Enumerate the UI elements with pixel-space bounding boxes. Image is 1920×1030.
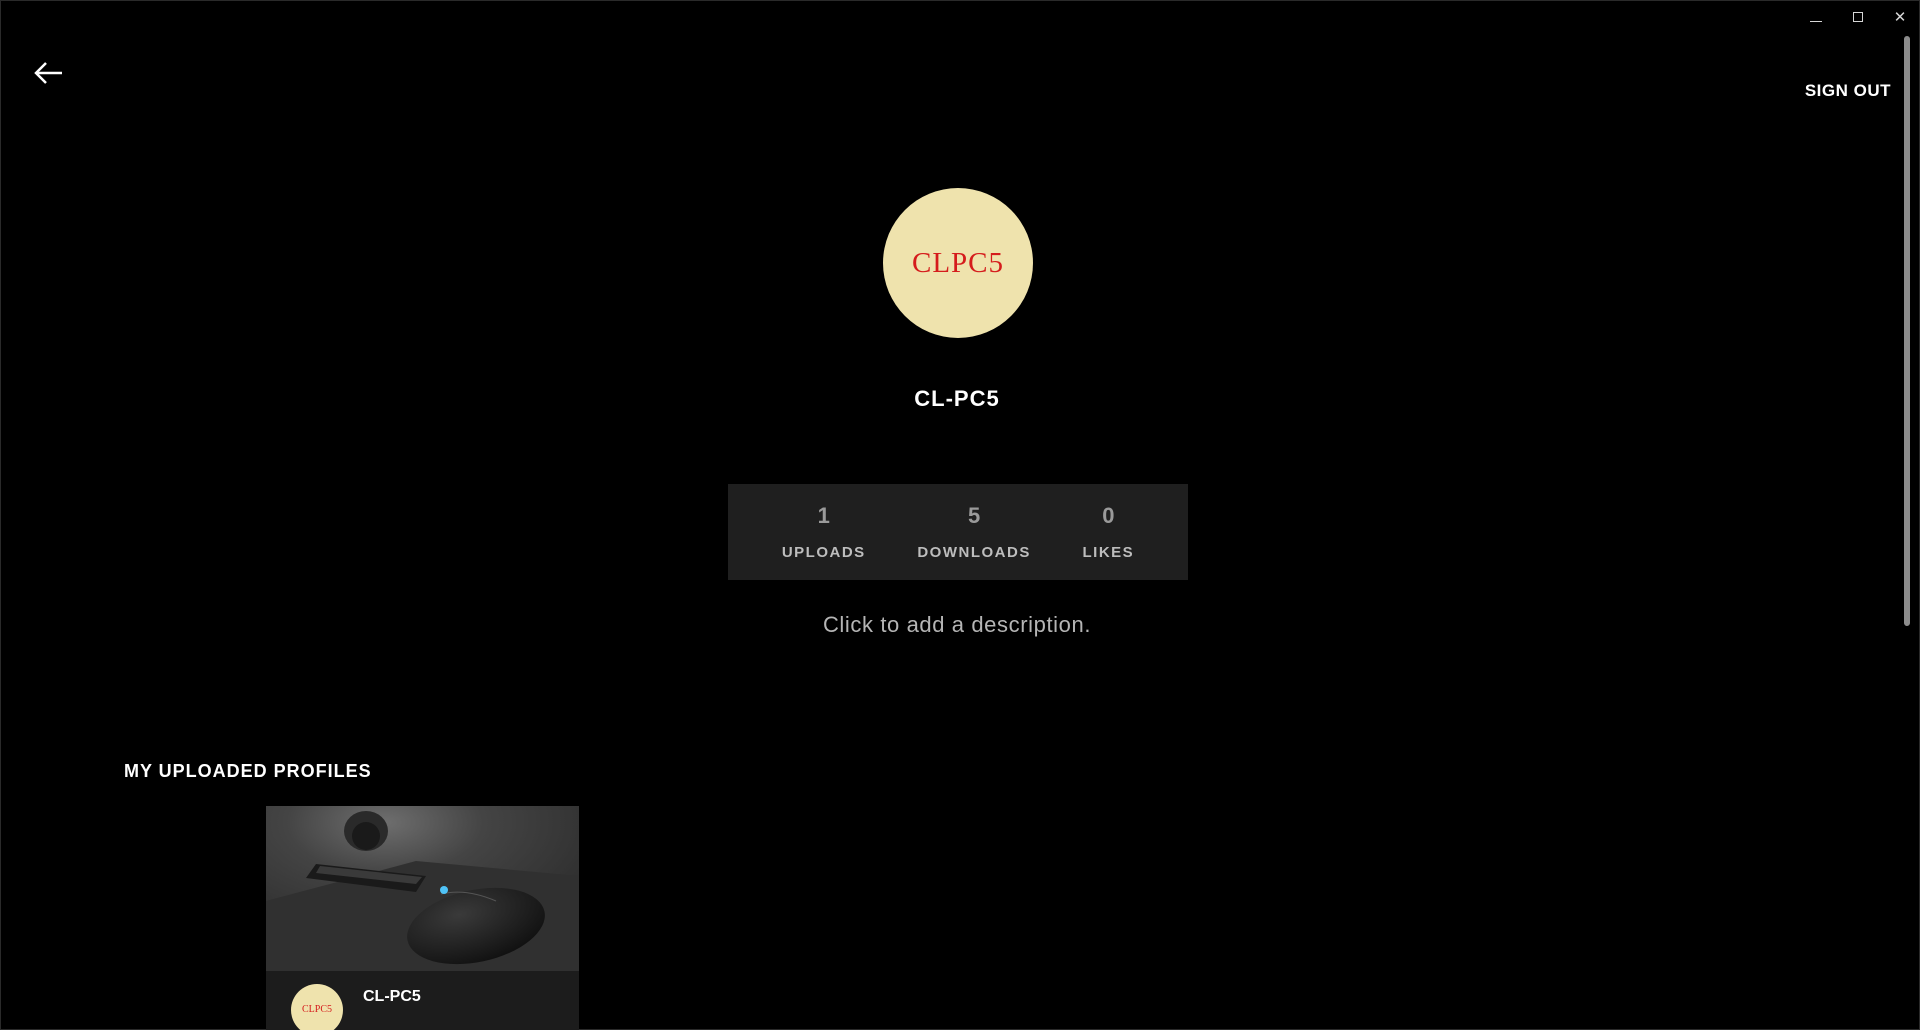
stat-value: 1: [817, 503, 830, 528]
section-title: MY UPLOADED PROFILES: [124, 761, 372, 781]
stat-label: LIKES: [1082, 544, 1135, 561]
stat-value: 0: [1102, 503, 1115, 528]
profile-username: CL-PC5: [914, 386, 1000, 411]
card-avatar-initials: CLPC5: [301, 1004, 332, 1015]
stat-label: UPLOADS: [781, 544, 866, 561]
maximize-button[interactable]: [1844, 6, 1872, 28]
stat-uploads: 1 UPLOADS: [782, 503, 866, 561]
window-controls: ✕: [1802, 6, 1914, 28]
scrollbar[interactable]: [1904, 36, 1910, 626]
stats-panel: 1 UPLOADS 5 DOWNLOADS 0 LIKES: [728, 484, 1188, 580]
close-button[interactable]: ✕: [1886, 6, 1914, 28]
card-name: CL-PC5: [363, 987, 421, 1005]
close-icon: ✕: [1893, 9, 1907, 26]
uploaded-profile-card[interactable]: CLPC5 CL-PC5: [266, 806, 579, 1030]
stat-value: 5: [967, 503, 981, 528]
minimize-icon: [1810, 20, 1822, 22]
stat-downloads: 5 DOWNLOADS: [917, 503, 1031, 561]
card-footer: CLPC5 CL-PC5: [266, 971, 579, 1030]
maximize-icon: [1853, 12, 1863, 22]
gaming-mouse-keyboard-photo: [266, 806, 579, 971]
profile-avatar[interactable]: CLPC5: [883, 188, 1033, 338]
minimize-button[interactable]: [1802, 6, 1830, 28]
stat-likes: 0 LIKES: [1082, 503, 1134, 561]
card-avatar: CLPC5: [291, 983, 343, 1030]
back-button[interactable]: [32, 58, 66, 88]
avatar-initials: CLPC5: [911, 246, 1005, 279]
stat-label: DOWNLOADS: [917, 544, 1031, 561]
card-thumbnail: [266, 806, 579, 971]
sign-out-button[interactable]: SIGN OUT: [1805, 81, 1891, 101]
back-arrow-icon: [34, 62, 62, 84]
description-field[interactable]: Click to add a description.: [0, 612, 1914, 638]
